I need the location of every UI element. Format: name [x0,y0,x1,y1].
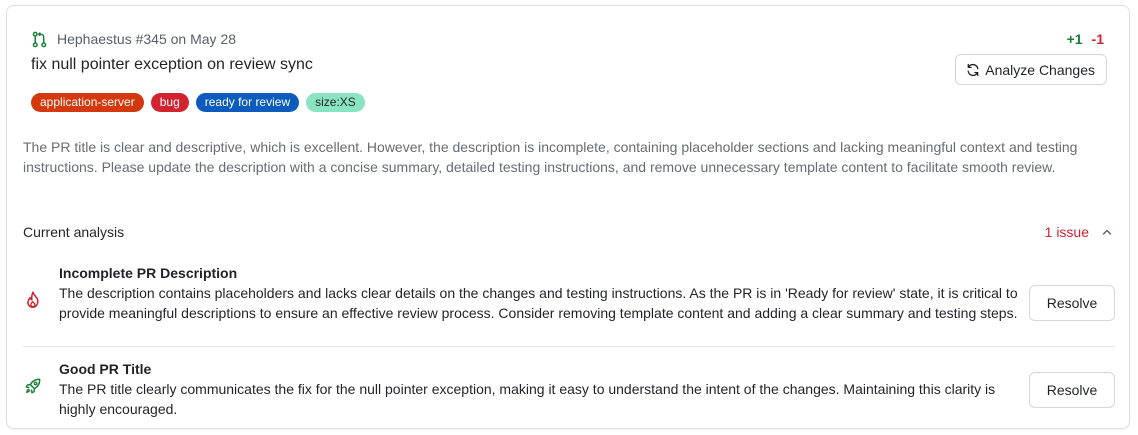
pr-meta: Hephaestus #345 on May 28 [31,30,236,48]
analyze-changes-label: Analyze Changes [985,61,1095,78]
issue-count-group: 1 issue [1045,224,1113,240]
current-analysis-title: Current analysis [23,224,125,240]
analyze-changes-button[interactable]: Analyze Changes [955,54,1107,85]
pr-title[interactable]: fix null pointer exception on review syn… [31,56,313,74]
resolve-button[interactable]: Resolve [1029,372,1115,408]
analysis-item: Incomplete PR Description The descriptio… [23,260,1115,342]
analysis-item-text: Good PR Title The PR title clearly commu… [59,359,1029,419]
flame-icon [23,290,43,310]
analysis-item-body: The PR title clearly communicates the fi… [59,381,996,417]
analysis-item-title: Incomplete PR Description [59,265,238,281]
pull-request-icon [31,31,48,48]
issue-count: 1 issue [1044,224,1089,240]
pr-meta-text: Hephaestus #345 on May 28 [57,31,237,47]
label-bug[interactable]: bug [150,93,189,112]
analysis-summary: The PR title is clear and descriptive, w… [23,139,1078,175]
diff-stats: +1 -1 [1067,31,1104,47]
label-size[interactable]: size:XS [306,93,365,112]
current-analysis-header[interactable]: Current analysis 1 issue [23,222,1113,242]
deletions-count: -1 [1091,31,1104,47]
pr-review-card: Hephaestus #345 on May 28 fix null point… [6,5,1130,429]
analysis-item-text: Incomplete PR Description The descriptio… [59,263,1029,323]
resolve-button[interactable]: Resolve [1029,285,1115,321]
item-divider [23,346,1115,347]
additions-count: +1 [1066,31,1083,47]
label-application-server[interactable]: application-server [31,93,144,112]
analysis-item-title: Good PR Title [59,361,152,377]
analysis-item: Good PR Title The PR title clearly commu… [23,353,1115,417]
analysis-item-body: The description contains placeholders an… [59,285,1018,321]
label-ready-for-review[interactable]: ready for review [195,93,300,112]
refresh-icon [966,63,980,77]
label-list: application-server bug ready for review … [31,93,365,112]
chevron-up-icon[interactable] [1101,226,1113,238]
rocket-icon [23,376,43,396]
